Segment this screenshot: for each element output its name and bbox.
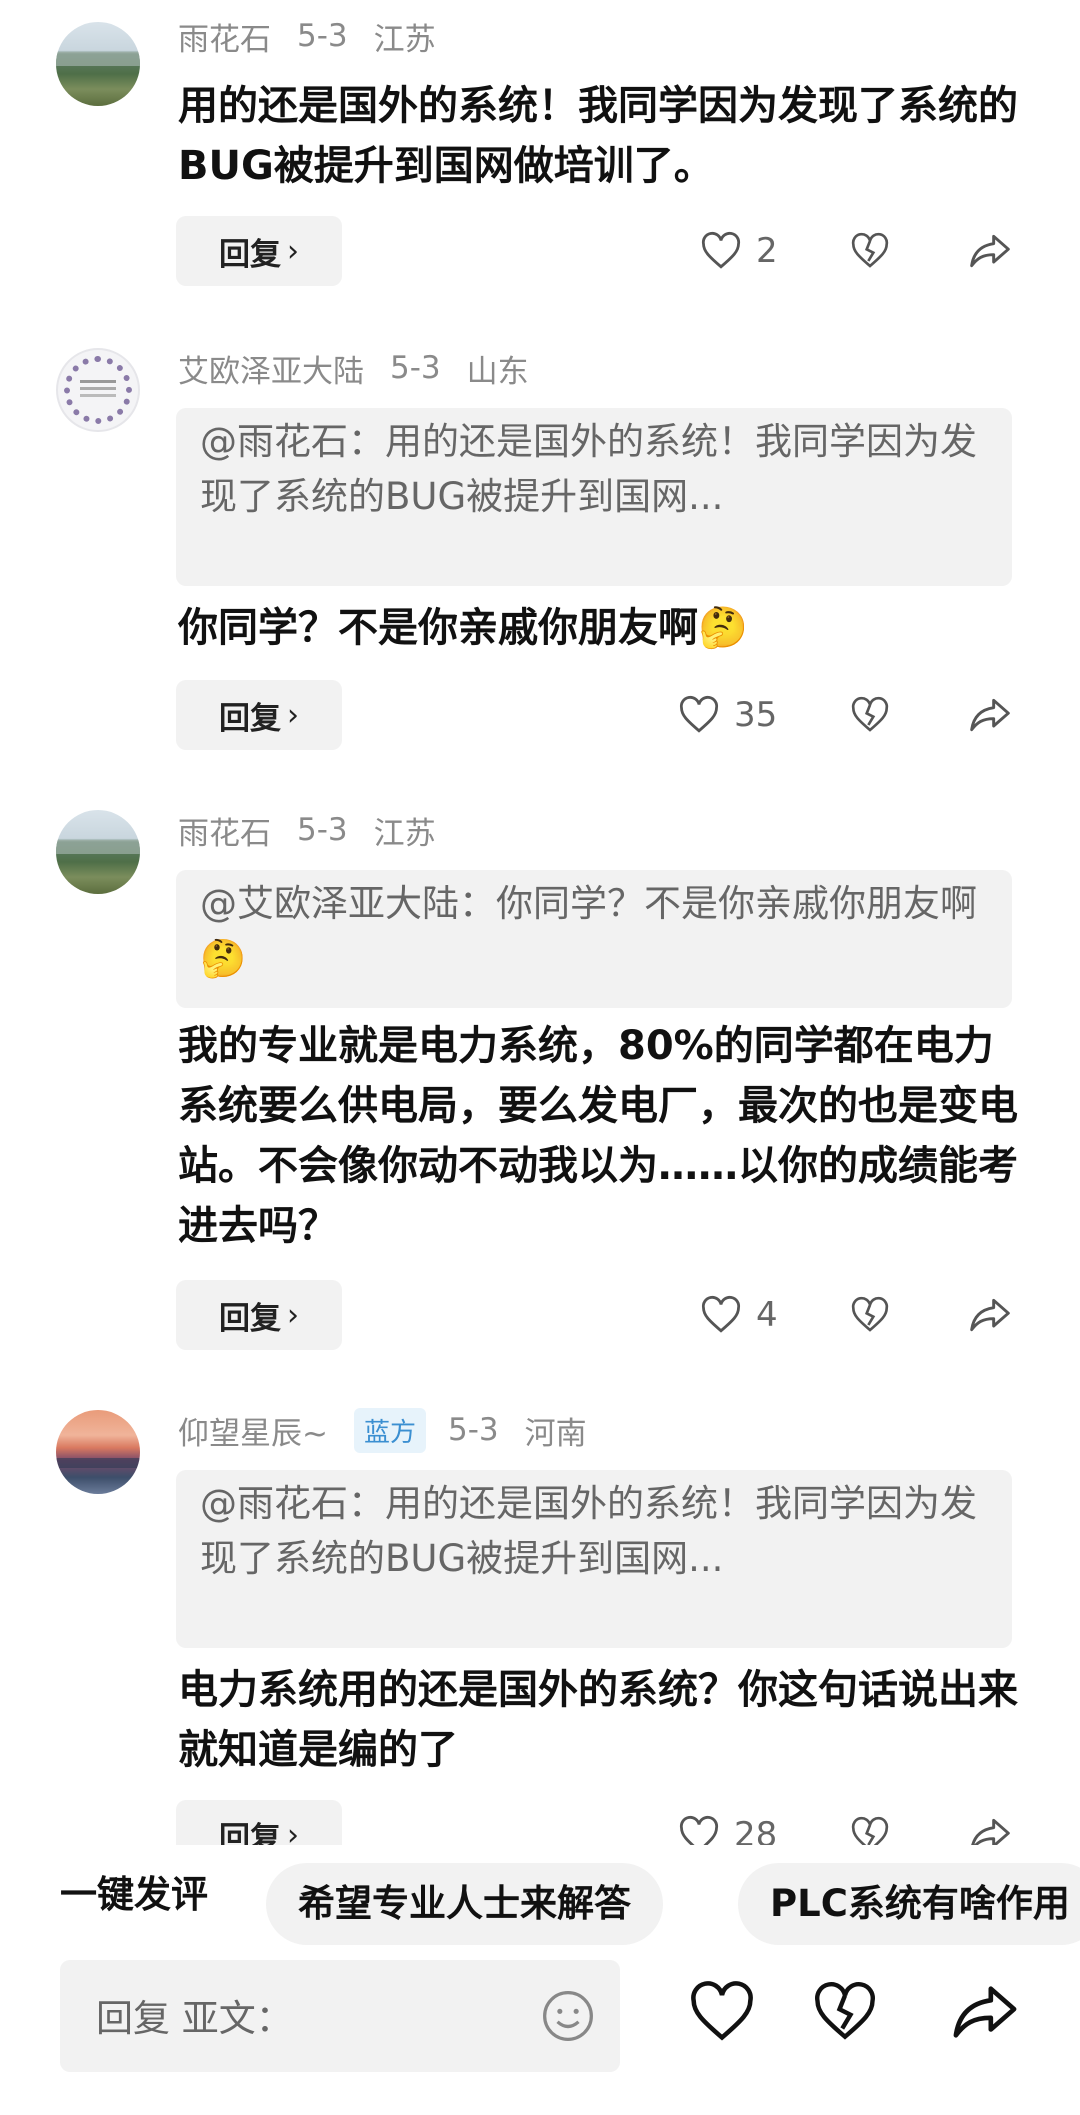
comment-location: 山东 <box>466 353 529 390</box>
like-count: 2 <box>756 231 778 271</box>
broken-heart-icon[interactable] <box>850 1295 890 1335</box>
comment-text[interactable]: 你同学？不是你亲戚你朋友啊🤔 <box>178 598 1018 658</box>
username[interactable]: 仰望星辰~ <box>178 1408 328 1453</box>
comment-location: 河南 <box>524 1415 587 1452</box>
heart-icon <box>679 1815 719 1845</box>
broken-heart-icon[interactable] <box>850 695 890 735</box>
heart-icon <box>701 231 741 269</box>
quick-comment-bar: 一键发评 希望专业人士来解答 PLC系统有啥作用 <box>0 1845 1080 1945</box>
comment-date: 5-3 <box>390 350 441 386</box>
comment-text[interactable]: 用的还是国外的系统！我同学因为发现了系统的BUG被提升到国网做培训了。 <box>178 76 1018 196</box>
quoted-comment[interactable]: @雨花石：用的还是国外的系统！我同学因为发现了系统的BUG被提升到国网... <box>176 1470 1012 1648</box>
share-arrow-icon[interactable] <box>968 694 1012 736</box>
comment-location: 江苏 <box>373 815 436 852</box>
comment-actions: 4 <box>700 1280 1020 1350</box>
quoted-comment[interactable]: @雨花石：用的还是国外的系统！我同学因为发现了系统的BUG被提升到国网... <box>176 408 1012 586</box>
share-arrow-icon[interactable] <box>950 1980 1020 2044</box>
reply-input[interactable]: 回复 亚文： <box>60 1960 620 2072</box>
reply-placeholder: 回复 亚文： <box>96 1997 293 2040</box>
reply-button[interactable]: 回复 › <box>176 1280 342 1350</box>
comment-actions: 2 <box>700 216 1020 286</box>
avatar[interactable] <box>56 1410 140 1494</box>
heart-icon <box>701 1295 741 1333</box>
share-arrow-icon[interactable] <box>968 1294 1012 1336</box>
team-badge: 蓝方 <box>353 1407 426 1453</box>
heart-icon[interactable] <box>688 1980 756 2044</box>
reply-button[interactable]: 回复 › <box>176 680 342 750</box>
username[interactable]: 雨花石 <box>178 14 271 59</box>
comment-meta: 雨花石 5-3 江苏 <box>178 14 462 58</box>
like-count: 4 <box>756 1295 778 1335</box>
like-button[interactable]: 28 <box>678 1800 828 1845</box>
quick-comment-label: 一键发评 <box>60 1873 208 1916</box>
broken-heart-icon[interactable] <box>850 1815 890 1845</box>
like-button[interactable]: 35 <box>678 680 828 750</box>
reply-button[interactable]: 回复 › <box>176 1800 342 1845</box>
broken-heart-icon[interactable] <box>850 231 890 271</box>
reply-label: 回复 <box>219 236 281 273</box>
chevron-right-icon: › <box>287 697 299 733</box>
comment-date: 5-3 <box>448 1412 499 1448</box>
avatar[interactable] <box>56 22 140 106</box>
chevron-right-icon: › <box>287 1817 299 1846</box>
share-arrow-icon[interactable] <box>968 230 1012 272</box>
comment-location: 江苏 <box>373 21 436 58</box>
comment-date: 5-3 <box>297 18 348 54</box>
comment-meta: 艾欧泽亚大陆 5-3 山东 <box>178 346 555 390</box>
reply-bar: 回复 亚文： <box>0 1960 1080 2115</box>
reply-button[interactable]: 回复 › <box>176 216 342 286</box>
share-arrow-icon[interactable] <box>968 1814 1012 1845</box>
like-count: 35 <box>734 695 778 735</box>
comment-meta: 雨花石 5-3 江苏 <box>178 808 462 852</box>
reply-label: 回复 <box>219 1300 281 1337</box>
suggestion-chip[interactable]: PLC系统有啥作用 <box>738 1863 1080 1945</box>
comment-feed: 雨花石 5-3 江苏 用的还是国外的系统！我同学因为发现了系统的BUG被提升到国… <box>0 0 1080 1845</box>
like-button[interactable]: 2 <box>700 216 850 286</box>
username[interactable]: 雨花石 <box>178 808 271 853</box>
chevron-right-icon: › <box>287 233 299 269</box>
comment-meta: 仰望星辰~ 蓝方 5-3 河南 <box>178 1407 613 1453</box>
reply-label: 回复 <box>219 700 281 737</box>
comment-text[interactable]: 我的专业就是电力系统，80%的同学都在电力系统要么供电局，要么发电厂，最次的也是… <box>178 1016 1018 1256</box>
comment-actions: 28 <box>679 1800 1020 1845</box>
comment-actions: 35 <box>679 680 1020 750</box>
avatar[interactable] <box>56 810 140 894</box>
avatar[interactable] <box>56 348 140 432</box>
quoted-comment[interactable]: @艾欧泽亚大陆：你同学？不是你亲戚你朋友啊🤔 <box>176 870 1012 1008</box>
like-count: 28 <box>734 1815 778 1845</box>
comment-date: 5-3 <box>297 812 348 848</box>
smiley-icon[interactable] <box>540 1988 596 2044</box>
username[interactable]: 艾欧泽亚大陆 <box>178 346 364 391</box>
suggestion-chip[interactable]: 希望专业人士来解答 <box>266 1863 663 1945</box>
reply-label: 回复 <box>219 1820 281 1846</box>
chevron-right-icon: › <box>287 1297 299 1333</box>
like-button[interactable]: 4 <box>700 1280 850 1350</box>
heart-icon <box>679 695 719 733</box>
broken-heart-icon[interactable] <box>812 1980 878 2044</box>
comment-text[interactable]: 电力系统用的还是国外的系统？你这句话说出来就知道是编的了 <box>178 1660 1018 1780</box>
